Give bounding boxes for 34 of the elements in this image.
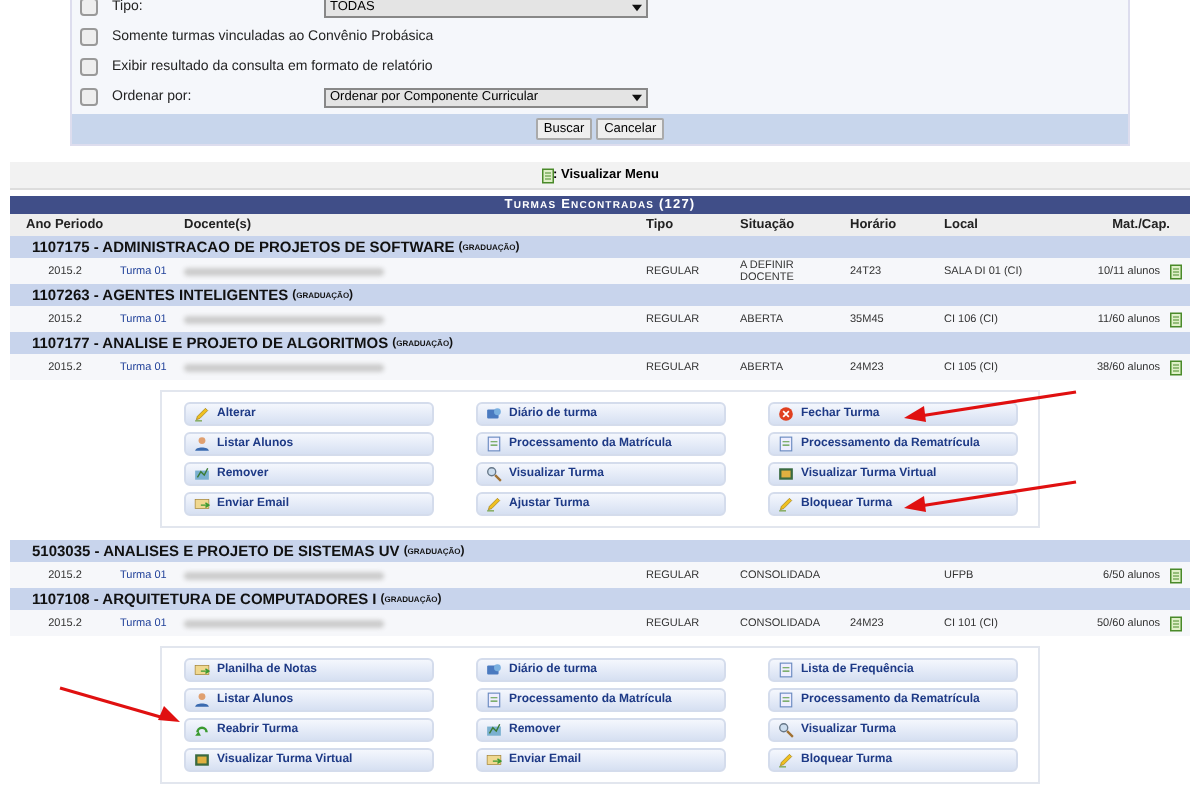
mail-icon: [485, 752, 501, 768]
pencil-icon: [193, 406, 209, 422]
document-icon: [777, 662, 793, 678]
pencil-icon: [777, 752, 793, 768]
search-icon: [485, 466, 501, 482]
checkbox[interactable]: [80, 0, 98, 16]
stop-icon: [777, 406, 793, 422]
person-icon: [193, 692, 209, 708]
arrow-icon: [193, 722, 209, 738]
document-icon[interactable]: [1169, 263, 1181, 279]
checkbox[interactable]: [80, 88, 98, 106]
document-icon[interactable]: [1169, 359, 1181, 375]
caret-icon: [632, 3, 642, 11]
document-icon: [777, 436, 793, 452]
checkbox[interactable]: [80, 58, 98, 76]
screen-icon: [193, 752, 209, 768]
screen-icon: [777, 466, 793, 482]
person-icon: [193, 436, 209, 452]
document-icon: [485, 436, 501, 452]
caret-icon: [632, 93, 642, 101]
chart-icon: [485, 722, 501, 738]
checkbox[interactable]: [80, 28, 98, 46]
mail-icon: [193, 496, 209, 512]
mail-icon: [193, 662, 209, 678]
pencil-icon: [777, 496, 793, 512]
chart-icon: [193, 466, 209, 482]
pencil-icon: [485, 496, 501, 512]
document-icon: [777, 692, 793, 708]
document-icon[interactable]: [1169, 615, 1181, 631]
document-icon: [485, 692, 501, 708]
document-icon[interactable]: [1169, 311, 1181, 327]
document-icon[interactable]: [1169, 567, 1181, 583]
document-icon: [541, 167, 553, 183]
search-icon: [777, 722, 793, 738]
